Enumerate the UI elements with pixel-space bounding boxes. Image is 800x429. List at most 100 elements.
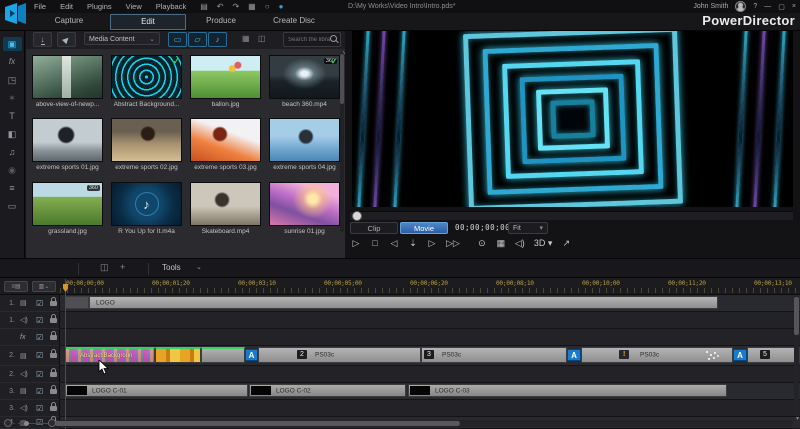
music-filter-button[interactable]: ♪	[208, 32, 227, 47]
preview-video[interactable]	[352, 30, 793, 207]
grid-view-icon[interactable]: ▦	[242, 34, 250, 43]
track-enable-checkbox[interactable]: ☑	[36, 333, 43, 342]
seek-bar[interactable]	[350, 211, 793, 220]
minimize-button[interactable]: —	[764, 3, 771, 11]
particle-room[interactable]: ✶	[3, 91, 22, 105]
3d-button[interactable]: 3D ▾	[534, 238, 553, 249]
library-item[interactable]: Skateboard.mp4	[188, 182, 263, 235]
skate-thumbnail[interactable]	[190, 182, 261, 226]
track-enable-checkbox[interactable]: ☑	[36, 299, 43, 308]
tab-create-disc[interactable]: Create Disc	[262, 14, 326, 28]
library-item[interactable]: ♪R You Up for It.m4a	[109, 182, 184, 235]
transition-clip[interactable]: A	[567, 349, 581, 361]
photo-filter-button[interactable]: ▱	[188, 32, 207, 47]
pip-objects-room[interactable]: ◳	[3, 73, 22, 87]
menu-edit[interactable]: Edit	[60, 2, 73, 11]
volume-button[interactable]: ◁)	[515, 238, 525, 249]
track-lane-1-audio[interactable]	[60, 312, 800, 329]
library-item[interactable]: extreme sports 04.jpg	[267, 118, 342, 171]
shadow-file-icon[interactable]: ○	[265, 0, 270, 13]
library-item[interactable]: extreme sports 03.jpg	[188, 118, 263, 171]
save-icon[interactable]: ▤	[200, 0, 208, 13]
timeline-view-button[interactable]: ▥⌄	[32, 281, 56, 292]
transition-clip[interactable]: A	[245, 349, 258, 361]
track-enable-checkbox[interactable]: ☑	[36, 387, 43, 396]
import-media-button[interactable]: ↓	[33, 32, 52, 47]
abstract-thumbnail[interactable]: ✓	[111, 55, 182, 99]
title-clip[interactable]: LOGO C-02	[249, 384, 406, 397]
media-room[interactable]: ▣	[3, 37, 22, 51]
content-type-dropdown[interactable]: Media Content⌄	[84, 32, 160, 45]
voiceover-room[interactable]: ◉	[3, 163, 22, 177]
track-lane-1-video[interactable]: LOGO	[60, 295, 800, 312]
library-item[interactable]: 360grassland.jpg	[30, 182, 105, 235]
fit-dropdown[interactable]: Fit▾	[508, 222, 548, 234]
close-button[interactable]: ×	[792, 3, 796, 11]
gray-clip[interactable]: LOGO	[89, 296, 718, 309]
title-clip[interactable]: LOGO C-01	[65, 384, 248, 397]
aerial-thumbnail[interactable]	[32, 55, 103, 99]
playhead-line[interactable]	[65, 279, 66, 429]
library-item[interactable]: 360✓beach 360.mp4	[267, 55, 342, 108]
transition-room[interactable]: ◧	[3, 127, 22, 141]
grass-thumbnail[interactable]: 360	[32, 182, 103, 226]
vertical-scrollbar[interactable]	[794, 296, 799, 414]
horizontal-scrollbar[interactable]	[55, 420, 793, 427]
track-lock-icon[interactable]	[50, 353, 57, 358]
menu-plugins[interactable]: Plugins	[87, 2, 112, 11]
sunrise-thumbnail[interactable]	[269, 182, 340, 226]
beach-thumbnail[interactable]: 360✓	[269, 55, 340, 99]
balloon-thumbnail[interactable]	[190, 55, 261, 99]
orange-clip[interactable]	[155, 347, 201, 363]
track-lock-icon[interactable]	[50, 389, 57, 394]
tab-capture[interactable]: Capture	[40, 14, 98, 28]
zoom-slider-knob[interactable]	[24, 421, 29, 426]
snapshot-button[interactable]: ⊙	[477, 238, 487, 249]
tools-dropdown[interactable]: Tools	[162, 263, 181, 272]
preview-quality-button[interactable]: ▦	[496, 238, 506, 249]
gray-clip[interactable]: 2PS03c	[258, 347, 421, 363]
track-lane-fx-fx[interactable]	[60, 329, 800, 346]
track-lock-icon[interactable]	[50, 318, 57, 323]
clip-mode-button[interactable]: Clip	[350, 222, 398, 234]
library-item[interactable]: ballon.jpg	[188, 55, 263, 108]
detach-window-button[interactable]: ↗	[561, 238, 571, 249]
play-button[interactable]: ▷	[351, 238, 361, 249]
music-thumbnail[interactable]: ♪	[111, 182, 182, 226]
help-button[interactable]: ?	[753, 3, 757, 11]
dark-clip[interactable]	[65, 296, 89, 309]
user-name[interactable]: John Smith	[693, 3, 728, 10]
track-lane-2-video[interactable]: Abstract BackgrounA2PS03c3PS03cA!PS03cA5	[60, 346, 800, 366]
seek-marker-button[interactable]: ⇣	[408, 238, 418, 249]
movie-mode-button[interactable]: Movie	[400, 222, 448, 234]
account-icon[interactable]: ●	[279, 0, 284, 13]
zoom-in-button[interactable]	[48, 419, 56, 427]
library-item[interactable]: extreme sports 02.jpg	[109, 118, 184, 171]
tab-produce[interactable]: Produce	[192, 14, 250, 28]
gray-clip[interactable]: 5	[747, 347, 800, 363]
track-lane-3-video[interactable]: LOGO C-01LOGO C-02LOGO C-03	[60, 383, 800, 400]
menu-playback[interactable]: Playback	[156, 2, 186, 11]
menu-file[interactable]: File	[34, 2, 46, 11]
title-clip[interactable]: LOGO C-03	[408, 384, 727, 397]
track-enable-checkbox[interactable]: ☑	[36, 404, 43, 413]
seek-knob[interactable]	[352, 211, 362, 221]
effect-room[interactable]: fx	[3, 55, 22, 69]
track-lock-icon[interactable]	[50, 372, 57, 377]
title-room[interactable]: T	[3, 109, 22, 123]
hscroll-thumb[interactable]	[55, 421, 460, 426]
bmx-thumbnail[interactable]	[32, 118, 103, 162]
timeline-ruler[interactable]: ≡▤ ▥⌄ 00;00;00;0000;00;01;2000;00;03;100…	[0, 278, 800, 295]
gray-clip[interactable]: 3PS03c	[421, 347, 567, 363]
subtitle-room[interactable]: ▭	[3, 199, 22, 213]
track-lock-icon[interactable]	[50, 335, 57, 340]
tab-edit[interactable]: Edit	[110, 14, 186, 30]
tools-chevron-icon[interactable]: ⌄	[196, 263, 202, 271]
track-lane-3-audio[interactable]	[60, 400, 800, 417]
track-enable-checkbox[interactable]: ☑	[36, 351, 43, 360]
stop-button[interactable]: □	[370, 238, 380, 248]
video-filter-button[interactable]: ▭	[168, 32, 187, 47]
vscroll-thumb[interactable]	[794, 297, 799, 335]
redo-icon[interactable]: ↷	[232, 0, 239, 13]
directorzone-button[interactable]: ▶	[57, 32, 76, 47]
